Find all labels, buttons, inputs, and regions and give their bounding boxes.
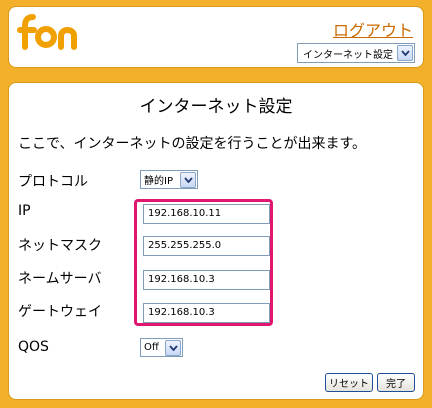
gateway-label: ゲートウェイ (18, 304, 102, 320)
qos-select-value: Off (144, 342, 159, 353)
qos-select[interactable]: Off (140, 338, 183, 357)
protocol-label: プロトコル (18, 174, 88, 190)
chevron-down-icon[interactable] (397, 45, 413, 61)
protocol-select-value: 静的IP (144, 176, 173, 187)
nameserver-input[interactable]: 192.168.10.3 (143, 270, 270, 290)
header-panel: fon ログアウト インターネット設定 (8, 6, 424, 68)
netmask-input[interactable]: 255.255.255.0 (143, 236, 270, 256)
main-panel: インターネット設定 ここで、インターネットの設定を行うことが出来ます。 プロトコ… (8, 82, 424, 400)
page-description: ここで、インターネットの設定を行うことが出来ます。 (18, 136, 367, 152)
done-button[interactable]: 完了 (377, 373, 415, 392)
page-select[interactable]: インターネット設定 (297, 43, 415, 63)
page-select-value: インターネット設定 (303, 49, 393, 61)
gateway-input[interactable]: 192.168.10.3 (143, 303, 270, 323)
nameserver-label: ネームサーバ (18, 271, 102, 287)
logout-link[interactable]: ログアウト (333, 17, 413, 41)
protocol-select[interactable]: 静的IP (140, 170, 198, 189)
netmask-label: ネットマスク (18, 238, 102, 254)
ip-input[interactable]: 192.168.10.11 (143, 204, 270, 224)
page-title: インターネット設定 (139, 97, 293, 117)
chevron-down-icon[interactable] (165, 339, 181, 356)
chevron-down-icon[interactable] (180, 171, 196, 188)
page: fon ログアウト インターネット設定 インターネット設定 ここで、インターネッ… (0, 0, 432, 408)
fon-logo: fon (17, 14, 77, 50)
ip-label: IP (18, 203, 31, 219)
reset-button[interactable]: リセット (325, 373, 373, 392)
qos-label: QOS (18, 339, 49, 355)
